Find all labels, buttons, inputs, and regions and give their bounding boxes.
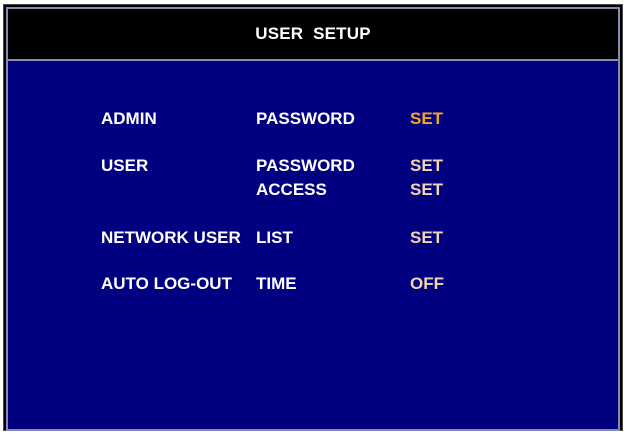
admin-label: ADMIN [101,109,157,128]
menu-title: USER SETUP [255,24,371,43]
user-access-label: ACCESS [256,180,327,199]
network-user-list-label: LIST [256,228,293,247]
auto-logout-label: AUTO LOG-OUT [101,274,232,293]
user-password-label: PASSWORD [256,156,355,175]
user-password-value[interactable]: SET [410,156,443,176]
user-label: USER [101,156,149,175]
admin-password-label: PASSWORD [256,109,355,128]
auto-logout-time-value[interactable]: OFF [410,274,444,294]
user-access-value[interactable]: SET [410,180,443,200]
network-user-label: NETWORK USER [101,228,241,247]
auto-logout-time-label: TIME [256,274,297,293]
title-bar: USER SETUP [8,9,618,61]
network-user-list-value[interactable]: SET [410,228,443,248]
user-setup-menu: USER SETUP ADMIN PASSWORD SET USER PASSW… [6,7,620,431]
admin-password-value[interactable]: SET [410,109,443,129]
